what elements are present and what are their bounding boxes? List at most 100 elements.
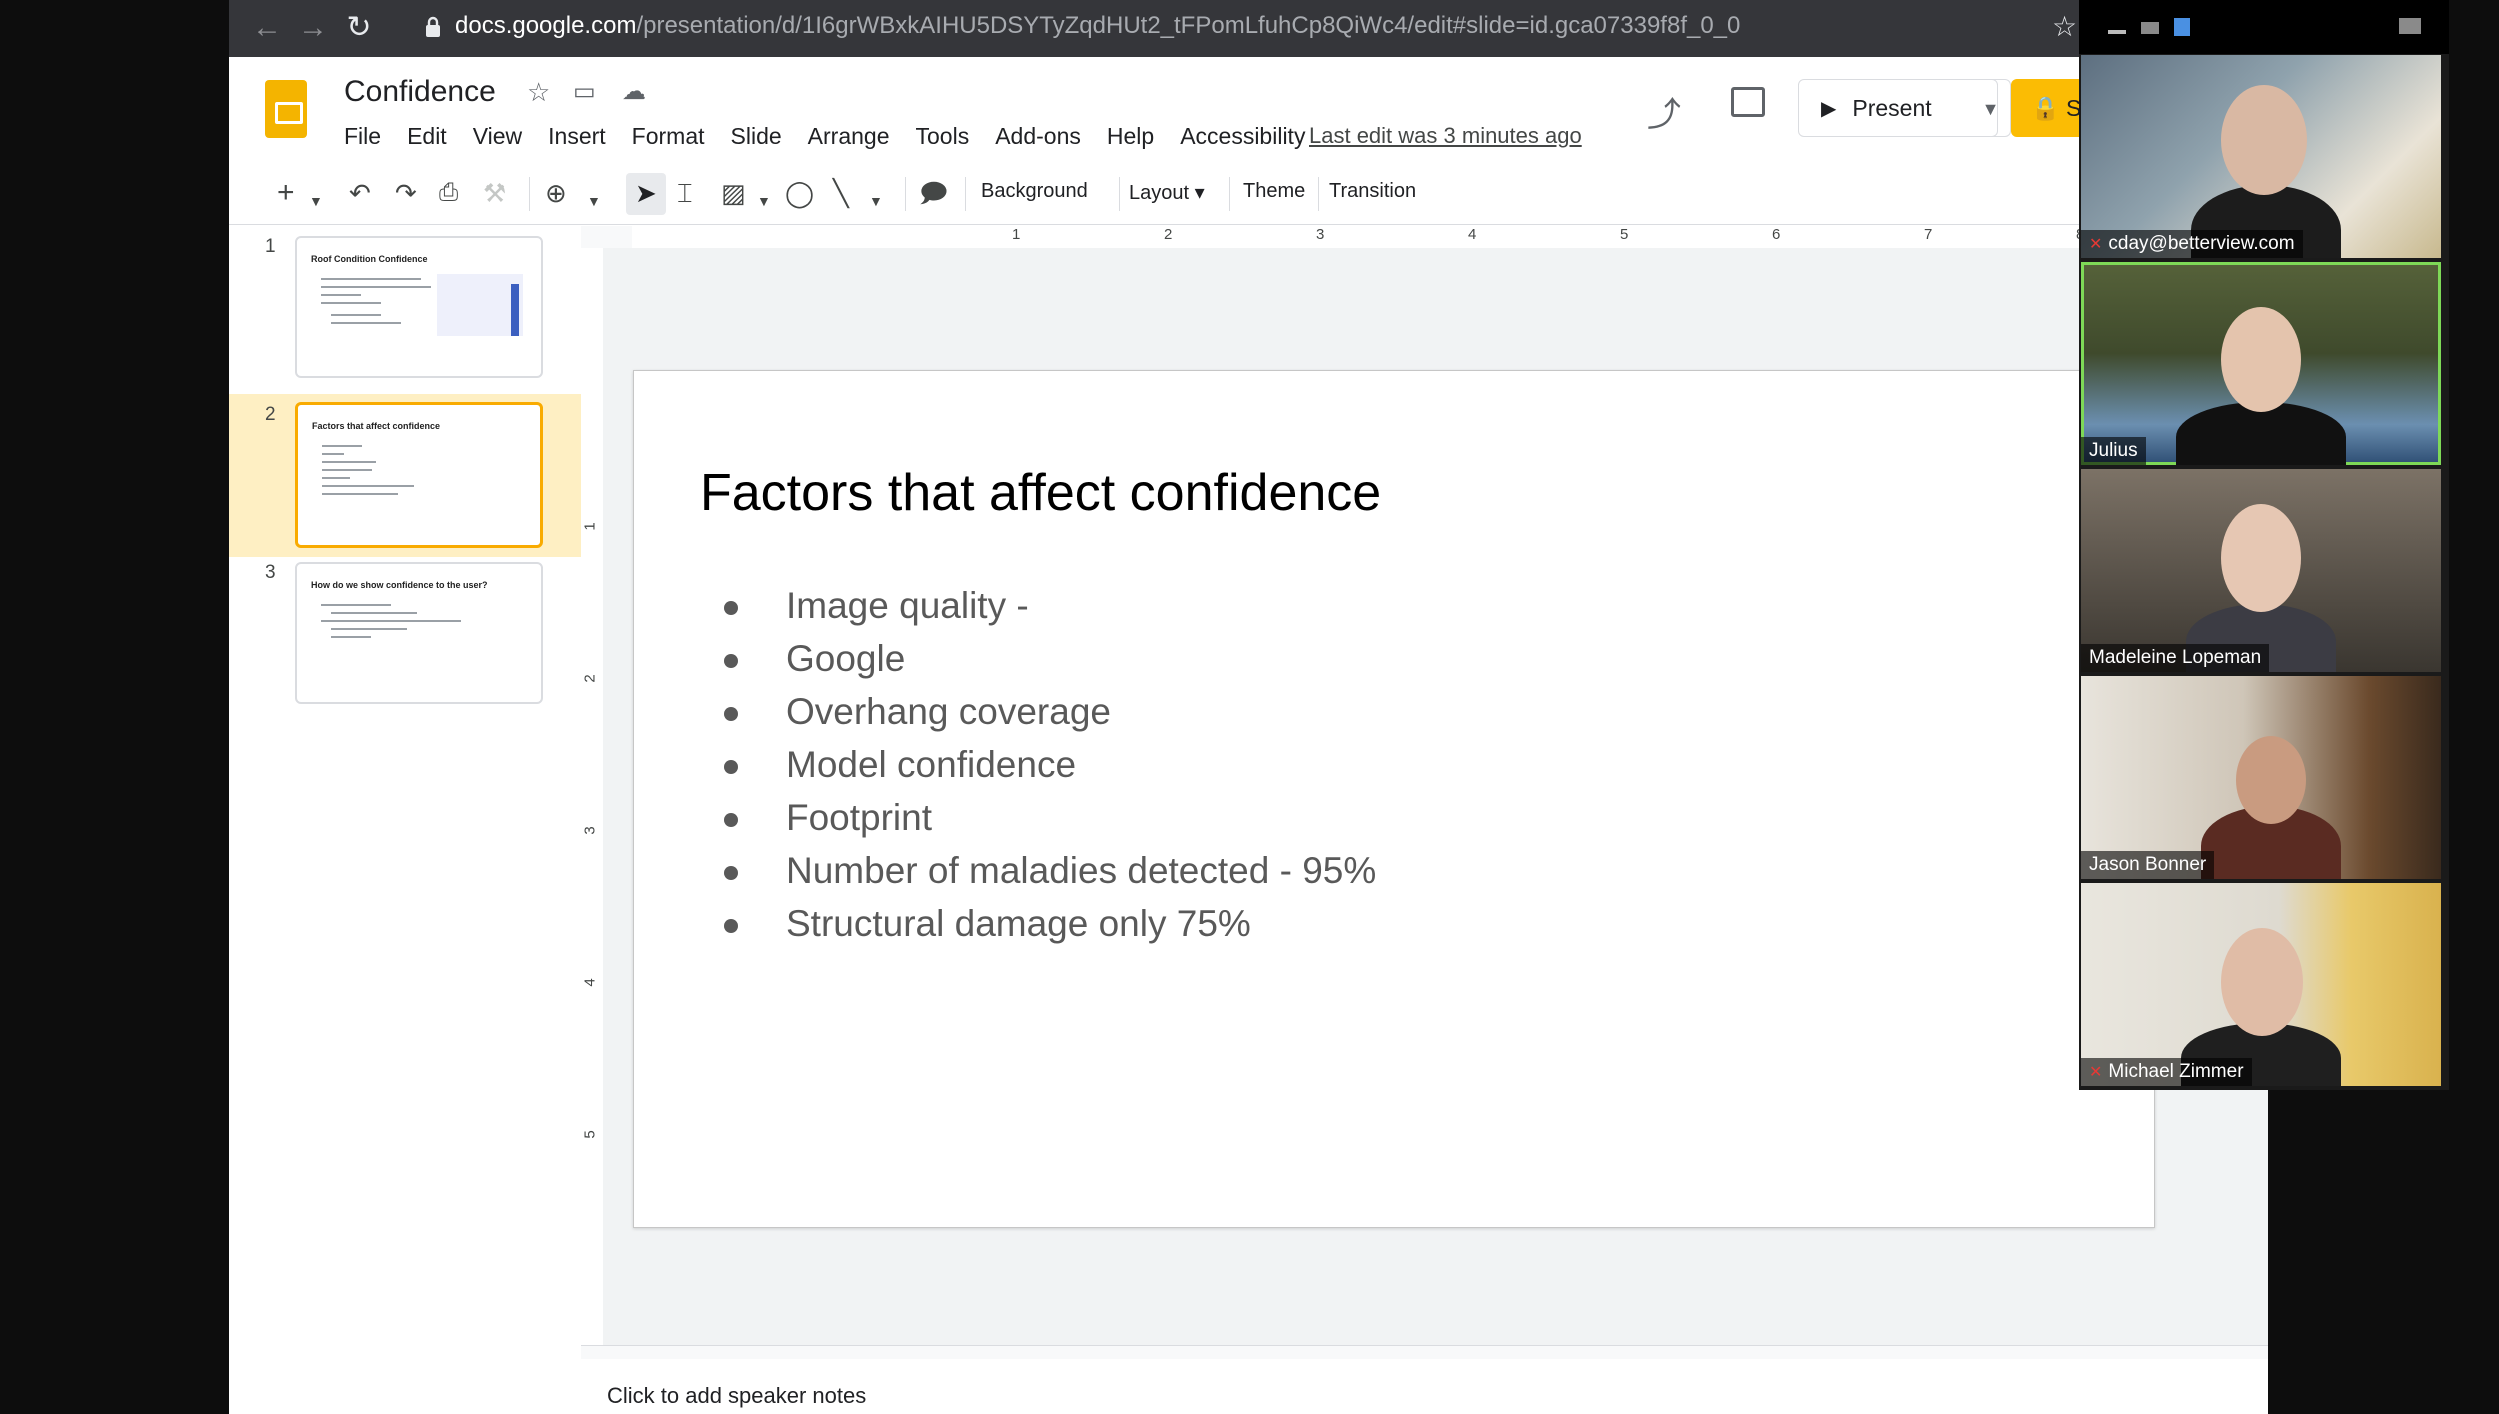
thumbnail-text-line [322,493,398,495]
ruler-number: 3 [1316,226,1325,243]
layout-toggle-icon[interactable] [2399,18,2421,34]
slides-logo-icon[interactable] [265,80,307,138]
slide-thumbnail[interactable]: Roof Condition Confidence [295,236,543,378]
thumbnail-text-line [331,636,371,638]
zoom-icon[interactable]: ⊕ [545,177,567,209]
text-box-icon[interactable]: ⌶ [677,177,693,209]
slide-title[interactable]: Factors that affect confidence [700,463,1381,523]
shape-icon[interactable]: ◯ [785,177,814,209]
toolbar-divider [1229,177,1230,211]
reload-icon[interactable]: ↻ [341,10,377,46]
add-comment-icon[interactable]: 🗩 [919,177,948,209]
image-dropdown-icon[interactable]: ▼ [757,185,771,217]
slides-header: Confidence ☆ ▭ ☁ File Edit View Insert F… [229,57,2268,163]
image-icon[interactable]: ▨ [721,177,746,209]
layout-button[interactable]: Layout ▾ [1119,180,1205,205]
participant-video [2221,307,2301,412]
menu-tools[interactable]: Tools [916,123,970,150]
bullet-item[interactable]: Number of maladies detected - 95% [724,844,1376,897]
participant-tile[interactable]: Jason Bonner [2081,676,2441,879]
forward-arrow-icon[interactable]: → [295,10,331,46]
filmstrip-item-1[interactable]: 1 Roof Condition Confidence [229,226,581,389]
line-icon[interactable]: ╲ [833,177,849,209]
filmstrip-item-2[interactable]: 2 Factors that affect confidence [229,394,581,557]
undo-icon[interactable]: ↶ [349,177,371,209]
participant-tile-active-speaker[interactable]: Julius [2081,262,2441,465]
bullet-item[interactable]: Footprint [724,791,1376,844]
back-arrow-icon[interactable]: ← [249,10,285,46]
minimize-icon[interactable] [2108,30,2126,34]
theme-button[interactable]: Theme [1243,180,1305,203]
move-folder-icon[interactable]: ▭ [573,77,596,106]
thumbnail-title: Factors that affect confidence [312,421,441,431]
participant-video [2236,736,2306,824]
bullet-item[interactable]: Structural damage only 75% [724,897,1376,950]
bullet-item[interactable]: Model confidence [724,738,1376,791]
slide-bullet-list[interactable]: Image quality - Google Overhang coverage… [724,579,1376,950]
participant-tile[interactable]: ✕ cday@betterview.com [2081,55,2441,258]
participant-name-text: Madeleine Lopeman [2089,647,2262,668]
menu-slide[interactable]: Slide [731,123,782,150]
present-icon: ▶ [1821,97,1837,120]
star-icon[interactable]: ☆ [2052,10,2077,43]
restore-icon[interactable] [2141,22,2159,34]
gallery-view-icon[interactable] [2174,18,2190,36]
new-slide-icon[interactable]: + [277,177,295,209]
thumbnail-title: How do we show confidence to the user? [311,580,488,590]
background-button[interactable]: Background [981,180,1088,203]
present-dropdown-icon[interactable]: ▼ [1971,79,2011,137]
menu-format[interactable]: Format [632,123,705,150]
star-icon[interactable]: ☆ [527,77,550,108]
menu-arrange[interactable]: Arrange [808,123,890,150]
toolbar-divider [905,177,906,211]
menu-view[interactable]: View [473,123,522,150]
last-edit-link[interactable]: Last edit was 3 minutes ago [1309,123,1582,149]
activity-trend-icon[interactable]: ⤴ [1647,87,1681,136]
ruler-number: 2 [1164,226,1173,243]
thumbnail-text-line [321,604,391,606]
new-slide-dropdown-icon[interactable]: ▼ [309,185,323,217]
participant-name: Julius [2081,437,2146,465]
present-button[interactable]: ▶ Present [1798,79,1998,137]
participant-tile[interactable]: Madeleine Lopeman [2081,469,2441,672]
menu-accessibility[interactable]: Accessibility [1180,123,1305,150]
paint-format-icon[interactable]: ⚒ [483,177,506,209]
line-dropdown-icon[interactable]: ▼ [869,185,883,217]
ruler-number: 1 [1012,226,1021,243]
redo-icon[interactable]: ↷ [395,177,417,209]
menu-edit[interactable]: Edit [407,123,447,150]
zoom-dropdown-icon[interactable]: ▼ [587,185,601,217]
menu-add-ons[interactable]: Add-ons [995,123,1081,150]
menu-file[interactable]: File [344,123,381,150]
ruler-number: 1 [581,522,599,531]
participant-tile[interactable]: ✕ Michael Zimmer [2081,883,2441,1086]
speaker-notes[interactable]: Click to add speaker notes [581,1359,2268,1414]
ruler-number: 2 [581,674,599,683]
participant-name: Jason Bonner [2081,851,2215,879]
slide-thumbnail[interactable]: How do we show confidence to the user? [295,562,543,704]
toolbar: + ▼ ↶ ↷ ⎙ ⚒ ⊕ ▼ ➤ ⌶ ▨ ▼ ◯ ╲ ▼ 🗩 Backgrou… [229,163,2268,225]
comment-icon[interactable] [1731,87,1765,117]
filmstrip-item-3[interactable]: 3 How do we show confidence to the user? [229,562,581,725]
cloud-status-icon[interactable]: ☁ [622,77,646,106]
thumbnail-text-line [321,294,361,296]
bullet-item[interactable]: Google [724,632,1376,685]
current-slide[interactable]: Factors that affect confidence Image qua… [633,370,2155,1228]
slide-number: 3 [265,562,276,583]
bullet-item[interactable]: Overhang coverage [724,685,1376,738]
notes-resize-handle[interactable] [581,1345,2268,1359]
print-icon[interactable]: ⎙ [439,177,458,209]
transition-button[interactable]: Transition [1319,180,1416,203]
url-field[interactable]: docs.google.com/presentation/d/1I6grWBxk… [455,12,1740,40]
cursor-select-icon[interactable]: ➤ [635,177,657,209]
muted-mic-icon: ✕ [2089,236,2103,253]
menu-insert[interactable]: Insert [548,123,606,150]
menu-help[interactable]: Help [1107,123,1154,150]
thumbnail-text-line [331,628,407,630]
slide-thumbnail-selected[interactable]: Factors that affect confidence [295,402,543,548]
bullet-item[interactable]: Image quality - [724,579,1376,632]
thumbnail-title: Roof Condition Confidence [311,254,428,264]
thumbnail-text-line [321,620,461,622]
document-title[interactable]: Confidence [344,75,496,109]
thumbnail-text-line [322,477,350,479]
